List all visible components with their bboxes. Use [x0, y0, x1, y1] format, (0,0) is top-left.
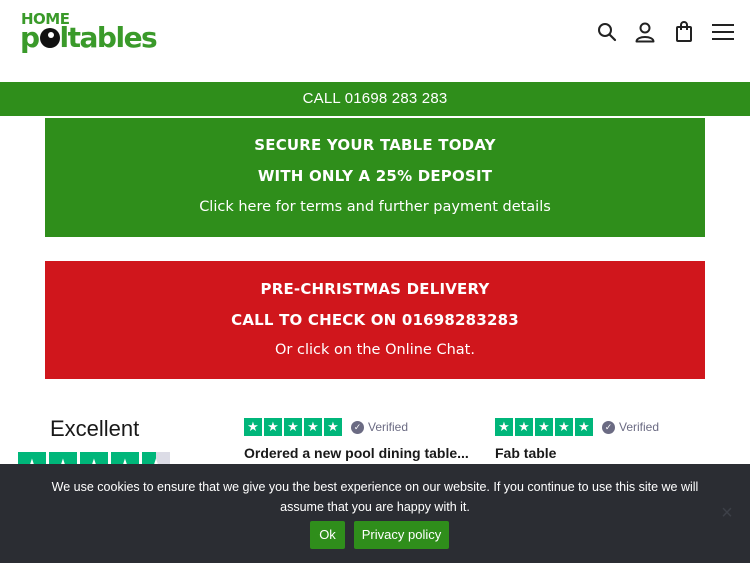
star-icon: ★ [575, 418, 593, 436]
star-icon: ★ [324, 418, 342, 436]
star-icon: ★ [244, 418, 262, 436]
privacy-policy-button[interactable]: Privacy policy [354, 521, 449, 549]
trustpilot-rating-label: Excellent [50, 416, 140, 441]
site-header: HOME p ltables [0, 0, 750, 82]
star-icon: ★ [535, 418, 553, 436]
review-card[interactable]: ★ ★ ★ ★ ★ ✓ Verified Ordered a new pool … [244, 418, 469, 461]
user-icon[interactable] [633, 20, 657, 44]
christmas-promo-line2: CALL TO CHECK ON 01698283283 [231, 311, 519, 329]
pool-ball-icon [39, 28, 60, 48]
cookie-message: We use cookies to ensure that we give yo… [51, 480, 699, 514]
review-title: Fab table [495, 445, 557, 461]
star-icon: ★ [555, 418, 573, 436]
call-bar[interactable]: CALL 01698 283 283 [0, 82, 750, 116]
star-icon: ★ [264, 418, 282, 436]
deposit-promo-banner[interactable]: SECURE YOUR TABLE TODAY WITH ONLY A 25% … [45, 118, 705, 237]
verified-badge: ✓ Verified [602, 420, 659, 434]
deposit-promo-line1: SECURE YOUR TABLE TODAY [254, 136, 496, 154]
star-icon: ★ [515, 418, 533, 436]
cookie-ok-button[interactable]: Ok [310, 521, 345, 549]
verified-badge: ✓ Verified [351, 420, 408, 434]
check-icon: ✓ [351, 420, 364, 434]
deposit-promo-link[interactable]: Click here for terms and further payment… [45, 199, 705, 215]
review-title: Ordered a new pool dining table... [244, 445, 469, 461]
check-icon: ✓ [602, 420, 615, 434]
logo-brand-text: p ltables [20, 21, 158, 58]
star-icon: ★ [284, 418, 302, 436]
site-logo[interactable]: HOME p ltables [20, 10, 175, 58]
christmas-promo-line1: PRE-CHRISTMAS DELIVERY [260, 280, 490, 298]
review-card[interactable]: ★ ★ ★ ★ ★ ✓ Verified Fab table [495, 418, 659, 461]
search-icon[interactable] [595, 20, 619, 44]
menu-icon[interactable] [711, 20, 735, 44]
close-icon[interactable]: × [718, 503, 736, 523]
shopping-bag-icon[interactable] [672, 20, 696, 44]
christmas-promo-chat-link[interactable]: Or click on the Online Chat. [45, 342, 705, 358]
cookie-notice: We use cookies to ensure that we give yo… [0, 464, 750, 563]
star-icon: ★ [304, 418, 322, 436]
deposit-promo-line2: WITH ONLY A 25% DEPOSIT [257, 167, 493, 185]
star-icon: ★ [495, 418, 513, 436]
christmas-delivery-banner[interactable]: PRE-CHRISTMAS DELIVERY CALL TO CHECK ON … [45, 261, 705, 379]
